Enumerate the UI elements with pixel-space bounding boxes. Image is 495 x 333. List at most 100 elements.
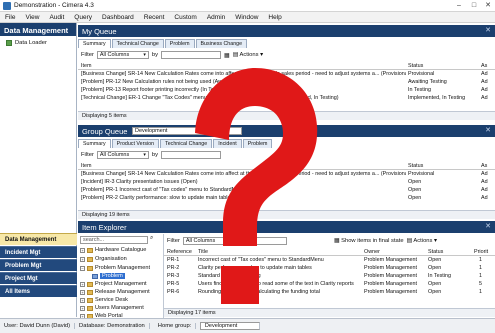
- filter-column-select[interactable]: All Columns ▾: [96, 51, 149, 59]
- close-icon[interactable]: ✕: [485, 26, 491, 34]
- menu-custom[interactable]: Custom: [169, 12, 201, 22]
- col-status[interactable]: Status: [428, 249, 443, 255]
- row-owner: Problem Management: [364, 289, 418, 295]
- question-mark-shape: [195, 68, 318, 246]
- menu-window[interactable]: Window: [230, 12, 263, 22]
- col-as[interactable]: As: [481, 163, 487, 169]
- col-as[interactable]: As: [481, 63, 487, 69]
- row-as: Ad: [481, 195, 488, 201]
- menu-recent[interactable]: Recent: [139, 12, 170, 22]
- row-status: Implemented, In Testing: [408, 95, 466, 101]
- tree-item[interactable]: + Organisation: [80, 255, 127, 263]
- tree-item[interactable]: + Release Management: [80, 288, 150, 296]
- actions-label: Actions: [413, 238, 433, 244]
- menu-admin[interactable]: Admin: [202, 12, 230, 22]
- filter-text-input[interactable]: [161, 51, 222, 59]
- nav-data-management[interactable]: Data Management: [0, 233, 77, 245]
- menu-help[interactable]: Help: [263, 12, 286, 22]
- nav-all-items[interactable]: All Items: [0, 285, 77, 297]
- data-loader-icon: [6, 40, 12, 46]
- tab-summary[interactable]: Summary: [78, 139, 111, 148]
- tab-summary[interactable]: Summary: [78, 39, 111, 48]
- status-database: Database: Demonstration: [75, 323, 150, 329]
- col-status[interactable]: Status: [408, 163, 423, 169]
- collapse-icon[interactable]: −: [80, 265, 85, 271]
- tree-search-input[interactable]: search...: [80, 236, 148, 244]
- menu-bar: File View Audit Query Dashboard Recent C…: [0, 12, 495, 23]
- nav-problem-mgt[interactable]: Problem Mgt: [0, 259, 77, 271]
- tab-problem[interactable]: Problem: [164, 39, 195, 48]
- maximize-button[interactable]: □: [467, 1, 481, 11]
- tree-item[interactable]: + Service Desk: [80, 296, 128, 304]
- tree-item[interactable]: + Users Management: [80, 304, 144, 312]
- expand-icon[interactable]: +: [80, 256, 85, 262]
- status-user: User: David Dunn (David): [0, 323, 76, 329]
- close-icon[interactable]: ✕: [485, 126, 491, 134]
- tree-item-label: Hardware Catalogue: [95, 247, 147, 253]
- row-owner: Problem Management: [364, 281, 418, 287]
- folder-icon: [87, 289, 93, 295]
- filter-toggle-icon[interactable]: ▦: [224, 52, 230, 59]
- row-priority: 5: [479, 281, 482, 287]
- data-loader-label: Data Loader: [15, 40, 47, 46]
- col-item[interactable]: Item: [81, 163, 91, 169]
- folder-icon: [92, 273, 98, 279]
- row-as: Ad: [481, 179, 488, 185]
- close-icon[interactable]: ✕: [485, 222, 491, 230]
- expand-icon[interactable]: +: [80, 289, 85, 295]
- expand-icon[interactable]: +: [80, 281, 85, 287]
- item-tree-panel: search... ⌕ + Hardware Catalogue + Organis…: [78, 234, 164, 319]
- row-owner: Problem Management: [364, 265, 418, 271]
- col-priority[interactable]: Priorit: [474, 249, 488, 255]
- tree-item-selected[interactable]: Problem: [92, 272, 125, 280]
- menu-audit[interactable]: Audit: [44, 12, 69, 22]
- expand-icon[interactable]: +: [80, 305, 85, 311]
- folder-icon: [87, 297, 93, 303]
- folder-icon: [87, 281, 93, 287]
- nav-project-mgt[interactable]: Project Mgt: [0, 272, 77, 284]
- show-final-toggle[interactable]: ▦ Show items in final state: [334, 238, 404, 244]
- tree-item-label: Problem Management: [95, 265, 151, 271]
- filter-column-select[interactable]: All Columns ▾: [96, 151, 149, 159]
- menu-query[interactable]: Query: [69, 12, 97, 22]
- tree-item[interactable]: + Project Management: [80, 280, 147, 288]
- group-queue-title: Group Queue: [82, 127, 128, 136]
- tab-product-version[interactable]: Product Version: [111, 139, 160, 148]
- row-status: Open: [408, 195, 422, 201]
- tree-item-label: Project Management: [95, 281, 147, 287]
- expand-icon[interactable]: +: [80, 297, 85, 303]
- filter-label: Filter: [81, 152, 94, 158]
- col-owner[interactable]: Owner: [364, 249, 380, 255]
- close-button[interactable]: ✕: [481, 1, 495, 11]
- row-as: Ad: [481, 95, 488, 101]
- row-status: Open: [428, 257, 442, 263]
- nav-incident-mgt[interactable]: Incident Mgt: [0, 246, 77, 258]
- by-label: by: [151, 52, 159, 58]
- row-owner: Problem Management: [364, 273, 418, 279]
- filter-column-value: All Columns: [99, 152, 130, 158]
- left-panel: Data Management Data Loader Data Managem…: [0, 23, 77, 317]
- col-item[interactable]: Item: [81, 63, 91, 69]
- col-status[interactable]: Status: [408, 63, 423, 69]
- data-loader-item[interactable]: Data Loader: [6, 40, 47, 46]
- tree-item[interactable]: − Problem Management: [80, 264, 150, 272]
- menu-dashboard[interactable]: Dashboard: [97, 12, 139, 22]
- by-label: by: [151, 152, 159, 158]
- minimize-button[interactable]: –: [452, 1, 466, 11]
- folder-icon: [87, 305, 93, 311]
- menu-view[interactable]: View: [20, 12, 44, 22]
- question-mark-dot: [221, 266, 259, 304]
- filter-column-value: All Columns: [99, 52, 130, 58]
- my-queue-tabs: Summary Technical Change Problem Busines…: [78, 39, 248, 48]
- row-status: Open: [408, 187, 422, 193]
- expand-icon[interactable]: +: [80, 247, 85, 253]
- tab-technical-change[interactable]: Technical Change: [111, 39, 164, 48]
- actions-menu[interactable]: ▤ Actions ▾: [407, 238, 437, 244]
- my-queue-header: My Queue ✕: [78, 25, 495, 37]
- tree-item[interactable]: + Hardware Catalogue: [80, 246, 146, 254]
- search-icon[interactable]: ⌕: [150, 235, 153, 242]
- tab-business-change[interactable]: Business Change: [195, 39, 248, 48]
- menu-file[interactable]: File: [0, 12, 20, 22]
- actions-menu[interactable]: ▤ Actions ▾: [233, 52, 263, 58]
- group-select-value: Development: [135, 128, 168, 134]
